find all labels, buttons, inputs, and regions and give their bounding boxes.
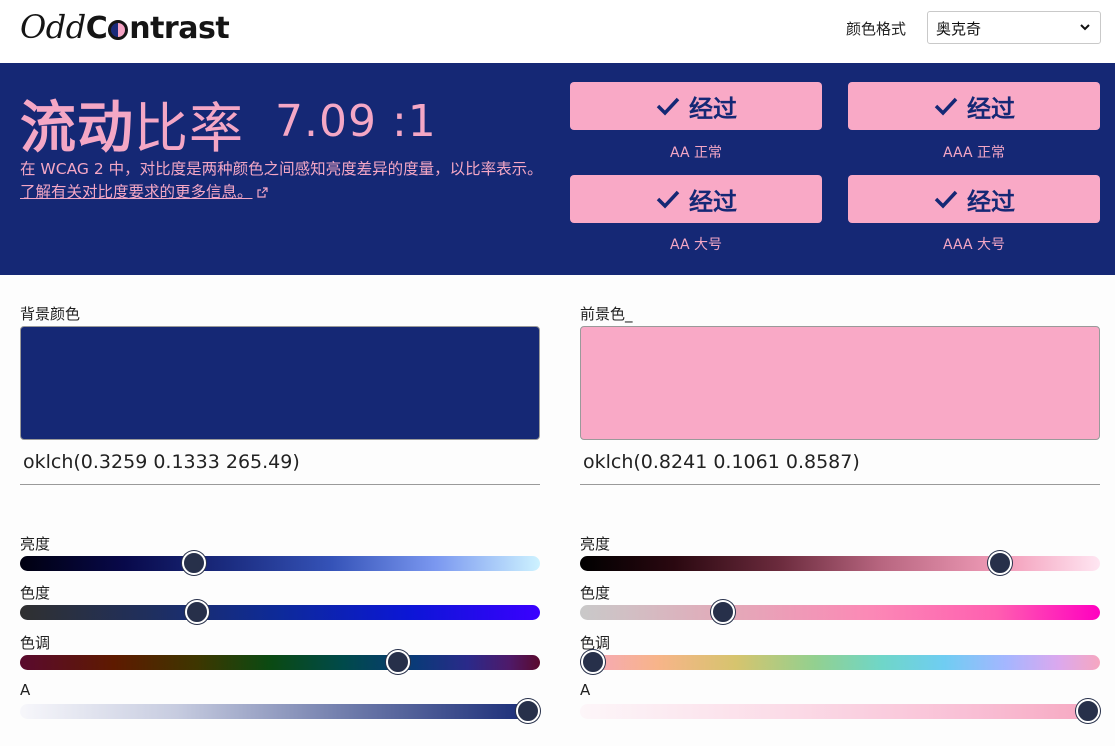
fg-chroma-slider[interactable] [580,605,1100,620]
bg-alpha-slider[interactable] [20,704,540,719]
logo[interactable]: OddC ntrast [20,8,230,46]
fg-chroma-thumb[interactable] [711,600,735,624]
fg-alpha-label: A [580,681,591,699]
check-icon [934,97,958,116]
external-link-icon [256,187,268,198]
contrast-ratio: 7.09 :1 [275,96,437,147]
bg-chroma-slider[interactable] [20,605,540,620]
fg-lightness-thumb[interactable] [988,551,1012,575]
top-bar: OddC ntrast 颜色格式 奥克奇 [0,0,1115,63]
check-icon [656,97,680,116]
contrast-summary: 流动比率 7.09 :1 在 WCAG 2 中，对比度是两种颜色之间感知亮度差异… [0,63,1115,275]
color-format-value: 奥克奇 [936,20,982,38]
background-color-label: 背景颜色 [20,305,81,323]
chevron-down-icon [1080,24,1090,31]
logo-odd-text: Odd [20,8,86,46]
bg-alpha-thumb[interactable] [516,699,540,723]
check-icon [934,190,958,209]
bg-hue-thumb[interactable] [386,650,410,674]
bg-chroma-label: 色度 [20,584,51,602]
bg-chroma-thumb[interactable] [185,600,209,624]
fg-hue-thumb[interactable] [581,650,605,674]
aa-large-result: 经过 [570,175,822,223]
fg-chroma-label: 色度 [580,584,611,602]
fg-alpha-thumb[interactable] [1076,699,1100,723]
background-swatch[interactable] [20,326,540,440]
bg-lightness-slider[interactable] [20,556,540,571]
aaa-normal-label: AAA 正常 [943,145,1005,161]
fg-hue-slider[interactable] [580,655,1100,670]
description-text: 在 WCAG 2 中，对比度是两种颜色之间感知亮度差异的度量，以比率表示。 [20,160,543,178]
color-format-label: 颜色格式 [846,20,907,38]
bg-lightness-thumb[interactable] [182,551,206,575]
background-value-input[interactable]: oklch(0.3259 0.1333 265.49) [20,441,540,485]
check-icon [656,190,680,209]
aa-large-label: AA 大号 [670,237,722,253]
hero-description: 在 WCAG 2 中，对比度是两种颜色之间感知亮度差异的度量，以比率表示。了解有… [20,158,545,204]
contrast-circle-icon [108,20,129,40]
aaa-large-result: 经过 [848,175,1100,223]
bg-lightness-label: 亮度 [20,535,51,553]
bg-hue-slider[interactable] [20,655,540,670]
bg-hue-label: 色调 [20,634,51,652]
fg-alpha-slider[interactable] [580,704,1100,719]
color-format-select[interactable]: 奥克奇 [927,11,1101,44]
title-light: 比率 [134,97,244,160]
aa-normal-label: AA 正常 [670,145,722,161]
foreground-color-label: 前景色_ [580,305,633,323]
hero-title: 流动比率 [20,83,244,164]
aaa-normal-result: 经过 [848,82,1100,130]
foreground-swatch[interactable] [580,326,1100,440]
aaa-large-label: AAA 大号 [943,237,1005,253]
fg-lightness-label: 亮度 [580,535,611,553]
fg-lightness-slider[interactable] [580,556,1100,571]
aa-normal-result: 经过 [570,82,822,130]
learn-more-link[interactable]: 了解有关对比度要求的更多信息。 [20,183,253,201]
logo-contrast-text: Cntrast [85,11,230,46]
bg-alpha-label: A [20,681,31,699]
foreground-value-input[interactable]: oklch(0.8241 0.1061 0.8587) [580,441,1100,485]
title-bold: 流动 [20,96,134,161]
